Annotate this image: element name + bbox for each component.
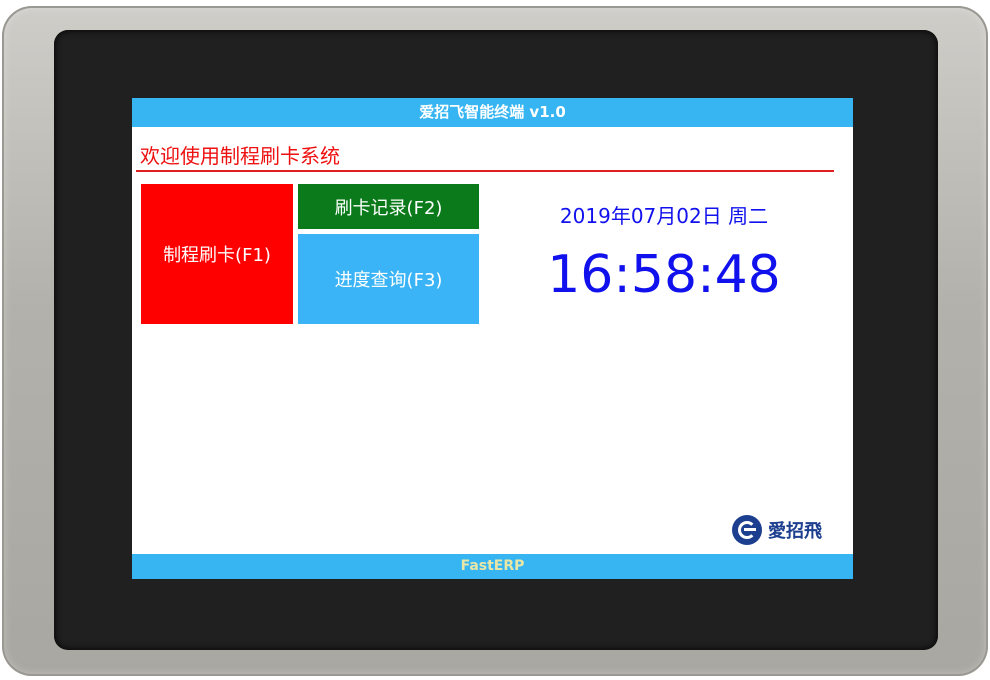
terminal-screen: 爱招飞智能终端 v1.0 欢迎使用制程刷卡系统 制程刷卡(F1) 刷卡记录(F2… [132, 98, 853, 579]
progress-query-button[interactable]: 进度查询(F3) [298, 234, 479, 324]
footer-bar: FastERP [132, 554, 853, 579]
brand-logo: 愛招飛 [732, 514, 822, 546]
card-swipe-button[interactable]: 制程刷卡(F1) [141, 184, 293, 324]
time-display: 16:58:48 [547, 245, 781, 305]
logo-text: 愛招飛 [768, 521, 822, 542]
swipe-records-button[interactable]: 刷卡记录(F2) [298, 184, 479, 229]
date-display: 2019年07月02日 周二 [559, 204, 769, 228]
welcome-text: 欢迎使用制程刷卡系统 [140, 144, 340, 168]
aizhaofei-logo-icon [732, 515, 762, 545]
title-bar: 爱招飞智能终端 v1.0 [132, 98, 853, 127]
welcome-divider [136, 170, 834, 172]
